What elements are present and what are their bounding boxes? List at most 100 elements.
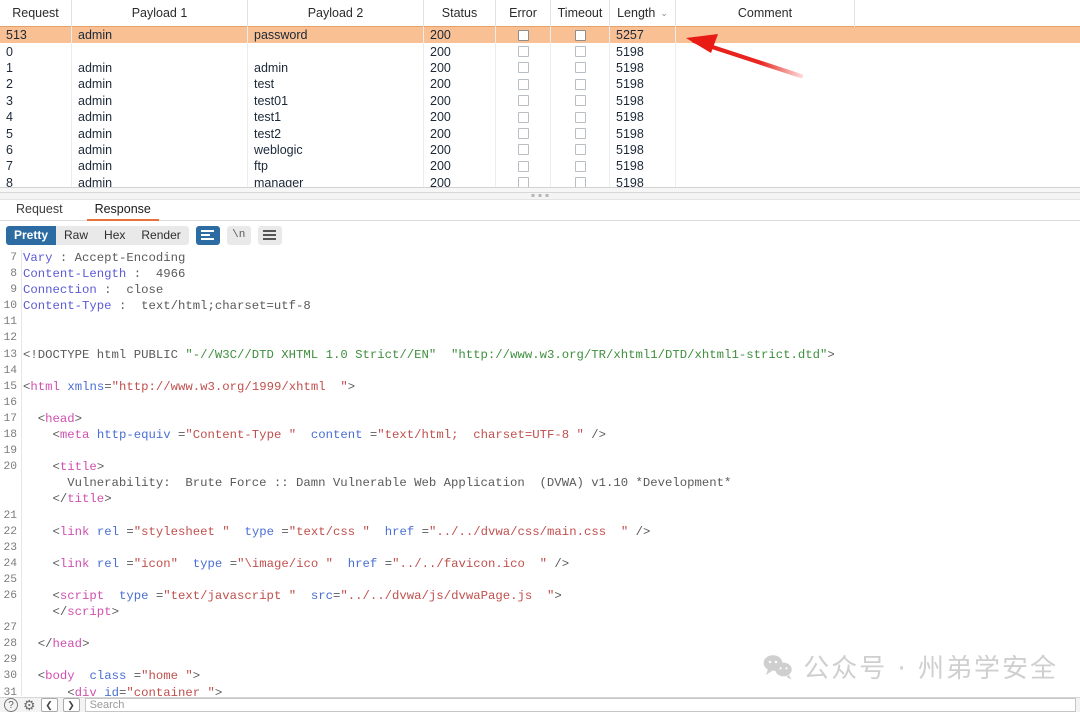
line-numbers-icon[interactable] <box>257 225 282 245</box>
burp-intruder-attack-window: Request Payload 1 Payload 2 Status Error Time… <box>0 0 1080 712</box>
column-header-length[interactable]: Length ⌄ <box>610 0 676 27</box>
code-token: "http://www.w3.org/1999/xhtml " <box>111 379 348 394</box>
cell-status: 200 <box>424 108 496 126</box>
word-wrap-icon[interactable] <box>195 225 220 245</box>
table-row[interactable]: 6 admin weblogic 200 5198 <box>0 141 1080 159</box>
error-checkbox[interactable] <box>517 160 529 172</box>
code-token: > <box>554 588 562 603</box>
code-token: class <box>89 669 127 684</box>
table-row[interactable]: 513 admin password 200 5257 <box>0 27 1080 44</box>
chevron-left-icon[interactable]: ❮ <box>40 698 58 712</box>
timeout-checkbox[interactable] <box>574 78 586 90</box>
code-line: <meta http-equiv ="Content-Type " conten… <box>23 427 1080 443</box>
cell-length: 5198 <box>610 92 676 109</box>
timeout-checkbox[interactable] <box>574 29 586 41</box>
table-row[interactable]: 7 admin ftp 200 5198 <box>0 158 1080 175</box>
column-header-payload-1[interactable]: Payload 1 <box>72 0 248 27</box>
code-token: href <box>347 556 378 571</box>
error-checkbox[interactable] <box>517 95 529 107</box>
table-row[interactable]: 5 admin test2 200 5198 <box>0 125 1080 142</box>
view-mode-render[interactable]: Render <box>133 226 188 245</box>
error-checkbox[interactable] <box>517 62 529 74</box>
code-token: Connection <box>23 283 97 298</box>
question-mark-icon[interactable]: ? <box>4 698 18 712</box>
timeout-checkbox[interactable] <box>574 62 586 74</box>
column-header-payload-2[interactable]: Payload 2 <box>248 0 424 27</box>
tab-response[interactable]: Response <box>79 201 167 221</box>
chevron-down-icon[interactable]: ⌄ <box>660 8 668 18</box>
column-header-error[interactable]: Error <box>496 0 551 27</box>
code-line: <!DOCTYPE html PUBLIC "-//W3C//DTD XHTML… <box>23 347 1080 363</box>
error-checkbox[interactable] <box>517 29 529 41</box>
cell-payload-1 <box>72 43 248 60</box>
code-token: Vulnerability: Brute Force :: Damn Vulne… <box>23 476 732 491</box>
bottom-status-bar[interactable]: ? ⚙ ❮ ❯ Search <box>0 697 1080 712</box>
code-line: </title> <box>23 491 1080 507</box>
view-mode-raw[interactable]: Raw <box>56 226 96 245</box>
table-row[interactable]: 4 admin test1 200 5198 <box>0 108 1080 126</box>
cell-comment <box>676 60 855 76</box>
cell-status: 200 <box>424 43 496 60</box>
column-header-status[interactable]: Status <box>424 0 496 27</box>
column-header-label: Payload 2 <box>307 6 364 20</box>
newline-glyph: \n <box>232 229 246 241</box>
tab-request[interactable]: Request <box>0 201 79 220</box>
timeout-checkbox[interactable] <box>574 160 586 172</box>
timeout-checkbox[interactable] <box>574 144 586 156</box>
drag-dots-icon[interactable] <box>531 194 549 197</box>
code-line: Connection : close <box>23 282 1080 298</box>
line-number: 10 <box>3 300 17 313</box>
cell-payload-2: test2 <box>248 125 424 142</box>
table-row[interactable]: 2 admin test 200 5198 <box>0 76 1080 93</box>
cell-timeout <box>551 125 610 142</box>
error-checkbox[interactable] <box>517 111 529 123</box>
cell-length: 5198 <box>610 141 676 159</box>
timeout-checkbox[interactable] <box>574 95 586 107</box>
cell-payload-1: admin <box>72 158 248 175</box>
view-mode-segmented-control[interactable]: Pretty Raw Hex Render <box>6 225 189 245</box>
code-token: = <box>170 428 186 443</box>
code-token: head <box>52 637 83 652</box>
code-token: Content-Length <box>23 267 127 282</box>
table-row[interactable]: 3 admin test01 200 5198 <box>0 92 1080 109</box>
message-tabs[interactable]: Request Response <box>0 200 1080 221</box>
cell-error <box>496 92 551 109</box>
response-body-viewer[interactable]: 7 8 9 10 11 12 13 14 15 16 17 18 19 20 21 22 23 24 25 26 27 2… <box>0 250 1080 696</box>
results-table-header[interactable]: Request Payload 1 Payload 2 Status Error Time… <box>0 0 1080 27</box>
cell-length: 5198 <box>610 108 676 126</box>
cell-timeout <box>551 108 610 126</box>
cell-timeout <box>551 92 610 109</box>
results-table-body[interactable]: 513 admin password 200 5257 0 200 5198 1 admin adm… <box>0 27 1080 191</box>
column-header-comment[interactable]: Comment <box>676 0 855 27</box>
watermark-text: 公众号 · 州弟学安全 <box>803 654 1058 684</box>
timeout-checkbox[interactable] <box>574 111 586 123</box>
code-token: Content-Type <box>23 299 112 314</box>
line-number: 20 <box>3 461 17 474</box>
cell-request: 1 <box>0 59 72 77</box>
column-header-timeout[interactable]: Timeout <box>551 0 610 27</box>
chevron-right-icon[interactable]: ❯ <box>62 698 80 712</box>
view-mode-pretty[interactable]: Pretty <box>6 225 57 245</box>
error-checkbox[interactable] <box>517 144 529 156</box>
gear-icon[interactable]: ⚙ <box>23 698 36 712</box>
error-checkbox[interactable] <box>517 46 529 58</box>
error-checkbox[interactable] <box>517 128 529 140</box>
column-header-request[interactable]: Request <box>0 0 72 27</box>
table-row[interactable]: 1 admin admin 200 5198 <box>0 59 1080 77</box>
view-mode-hex[interactable]: Hex <box>96 226 133 245</box>
timeout-checkbox[interactable] <box>574 128 586 140</box>
cell-spacer <box>855 93 1080 109</box>
message-editor-toolbar[interactable]: Pretty Raw Hex Render \n <box>0 222 1080 248</box>
panel-splitter[interactable] <box>0 192 1080 200</box>
column-header-blank[interactable] <box>855 0 1080 27</box>
attack-results-table[interactable]: Request Payload 1 Payload 2 Status Error Time… <box>0 0 1080 192</box>
timeout-checkbox[interactable] <box>574 46 586 58</box>
table-row[interactable]: 0 200 5198 <box>0 43 1080 60</box>
error-checkbox[interactable] <box>517 78 529 90</box>
search-input[interactable]: Search <box>84 698 1076 712</box>
show-newlines-icon[interactable]: \n <box>226 225 251 245</box>
